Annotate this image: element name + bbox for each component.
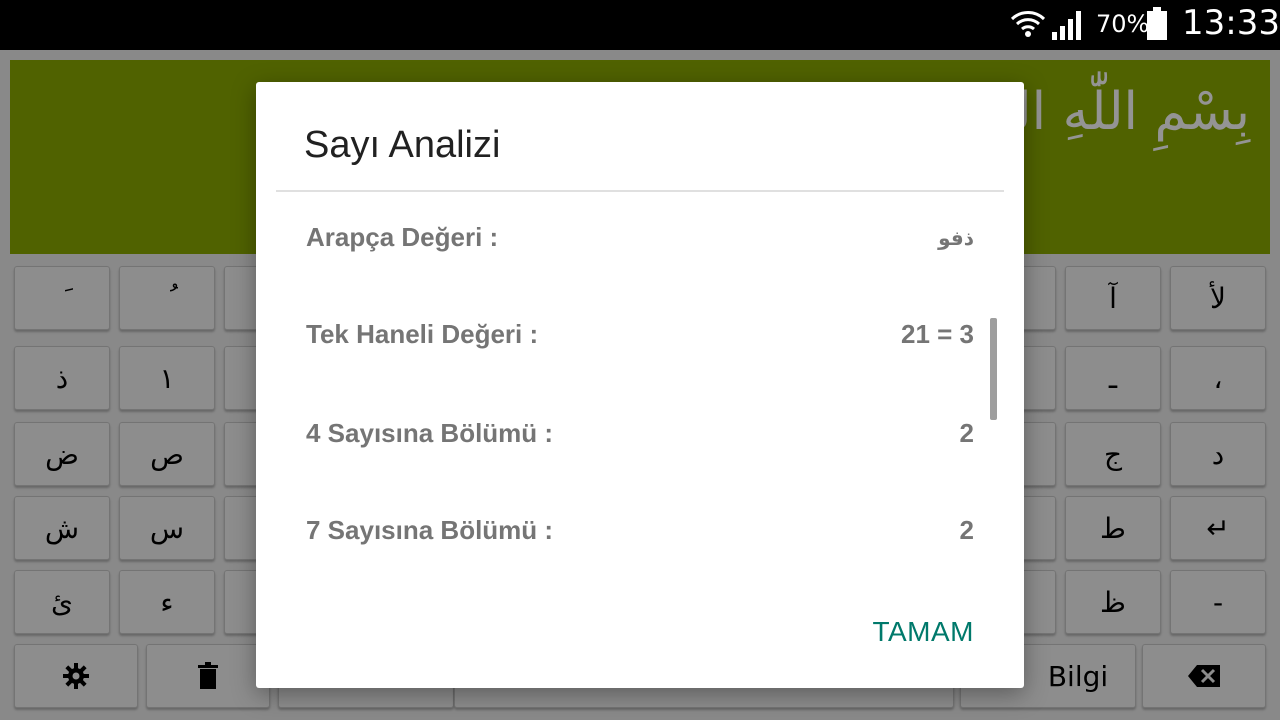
scrollbar[interactable]: [990, 318, 997, 420]
row-label: Arapça Değeri :: [306, 222, 499, 252]
row-value: 2: [959, 418, 974, 448]
clock: 13:33: [1182, 3, 1280, 43]
row-value: 2: [959, 515, 974, 545]
result-row: 7 Sayısına Bölümü : 2: [306, 515, 974, 555]
row-label: 4 Sayısına Bölümü :: [306, 418, 554, 448]
row-label: 7 Sayısına Bölümü :: [306, 515, 554, 545]
signal-icon: [1052, 11, 1081, 40]
result-row: Tek Haneli Değeri : 21 = 3: [306, 319, 974, 359]
battery-icon: [1147, 7, 1167, 40]
battery-percent: 70%: [1096, 10, 1150, 38]
ok-button[interactable]: TAMAM: [872, 616, 974, 648]
dialog-title: Sayı Analizi: [304, 124, 501, 166]
row-label: Tek Haneli Değeri :: [306, 319, 539, 349]
row-value: 21 = 3: [900, 319, 974, 349]
number-analysis-dialog: Sayı Analizi Arapça Değeri : ذفو Tek Han…: [256, 82, 1024, 688]
divider: [276, 190, 1004, 192]
result-row: Arapça Değeri : ذفو: [306, 222, 974, 262]
wifi-icon: [1010, 11, 1046, 37]
status-bar: 70% 13:33: [0, 0, 1280, 50]
row-value: ذفو: [938, 226, 974, 250]
result-row: 4 Sayısına Bölümü : 2: [306, 418, 974, 458]
